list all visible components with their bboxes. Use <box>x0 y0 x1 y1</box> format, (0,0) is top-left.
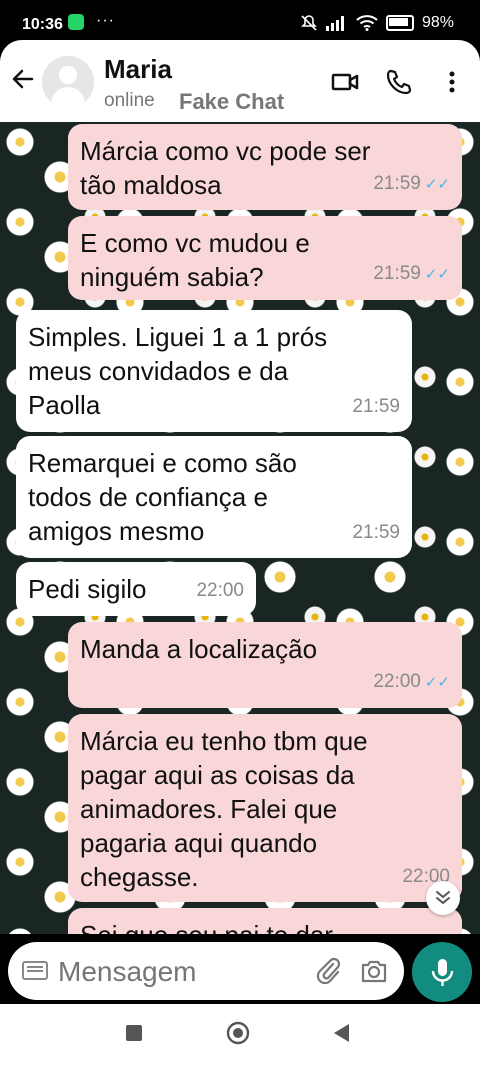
message-bubble-incoming[interactable]: Pedi sigilo 22:00 <box>16 562 256 616</box>
voice-call-icon[interactable] <box>385 68 413 96</box>
avatar[interactable] <box>42 56 94 108</box>
chat-header: Maria online Fake Chat <box>0 40 480 122</box>
message-time: 21:59 <box>352 396 400 417</box>
message-bubble-outgoing[interactable]: Manda a localização 22:00 ✓✓ <box>68 622 462 708</box>
message-bubble-outgoing[interactable]: E como vc mudou e ninguém sabia? 21:59 ✓✓ <box>68 216 462 300</box>
message-input[interactable] <box>56 952 300 992</box>
message-text: Manda a localização <box>80 634 318 664</box>
message-text: Remarquei e como são todos de confiança … <box>28 448 297 546</box>
chat-area[interactable]: Márcia como vc pode ser tão maldosa 21:5… <box>0 122 480 934</box>
message-text: Márcia eu tenho tbm que pagar aqui as co… <box>80 726 368 892</box>
notification-overflow: ··· <box>96 12 115 29</box>
clock: 10:36 <box>22 16 63 33</box>
message-bubble-outgoing[interactable]: Márcia eu tenho tbm que pagar aqui as co… <box>68 714 462 902</box>
contact-name[interactable]: Maria <box>104 54 172 85</box>
message-time: 22:00 <box>196 580 244 601</box>
back-button[interactable] <box>329 1020 355 1046</box>
message-composer <box>8 942 404 1000</box>
watermark-text: Fake Chat <box>179 89 285 114</box>
read-ticks-icon: ✓✓ <box>424 266 450 283</box>
whatsapp-icon <box>68 14 84 30</box>
signal-icon <box>325 16 344 31</box>
read-ticks-icon: ✓✓ <box>424 176 450 193</box>
message-time: 22:00 <box>373 671 421 692</box>
mic-icon <box>431 959 454 986</box>
back-arrow-icon[interactable] <box>8 66 38 96</box>
read-ticks-icon: ✓✓ <box>424 674 450 691</box>
recents-button[interactable] <box>121 1020 147 1046</box>
contact-status: online <box>104 90 155 111</box>
mic-button[interactable] <box>412 942 472 1002</box>
message-bubble-outgoing[interactable]: Márcia como vc pode ser tão maldosa 21:5… <box>68 124 462 210</box>
status-bar: 10:36 ··· 98% <box>0 0 480 44</box>
message-bubble-outgoing[interactable]: Sei que seu pai te dar <box>68 908 462 934</box>
message-bubble-incoming[interactable]: Simples. Liguei 1 a 1 prós meus convidad… <box>16 310 412 432</box>
message-time: 21:59 <box>352 522 400 543</box>
message-bubble-incoming[interactable]: Remarquei e como são todos de confiança … <box>16 436 412 558</box>
wifi-icon <box>356 15 378 31</box>
attach-icon[interactable] <box>314 956 342 986</box>
keyboard-icon[interactable] <box>22 961 48 980</box>
home-button[interactable] <box>225 1020 251 1046</box>
scroll-down-button[interactable] <box>426 881 460 915</box>
message-text: Pedi sigilo <box>28 574 147 604</box>
message-text: Márcia como vc pode ser tão maldosa <box>80 136 371 200</box>
message-text: Sei que seu pai te dar <box>80 920 333 934</box>
system-navigation-bar <box>0 1004 480 1066</box>
message-time: 21:59 <box>373 173 421 194</box>
message-text: E como vc mudou e ninguém sabia? <box>80 228 310 292</box>
message-time: 21:59 <box>373 263 421 284</box>
double-chevron-down-icon <box>436 891 450 904</box>
mute-icon <box>301 15 317 31</box>
battery-icon <box>385 15 414 31</box>
battery-percentage: 98% <box>421 14 454 31</box>
video-call-icon[interactable] <box>331 68 359 96</box>
camera-icon[interactable] <box>360 958 388 984</box>
more-icon[interactable] <box>438 68 466 96</box>
message-text: Simples. Liguei 1 a 1 prós meus convidad… <box>28 322 328 420</box>
